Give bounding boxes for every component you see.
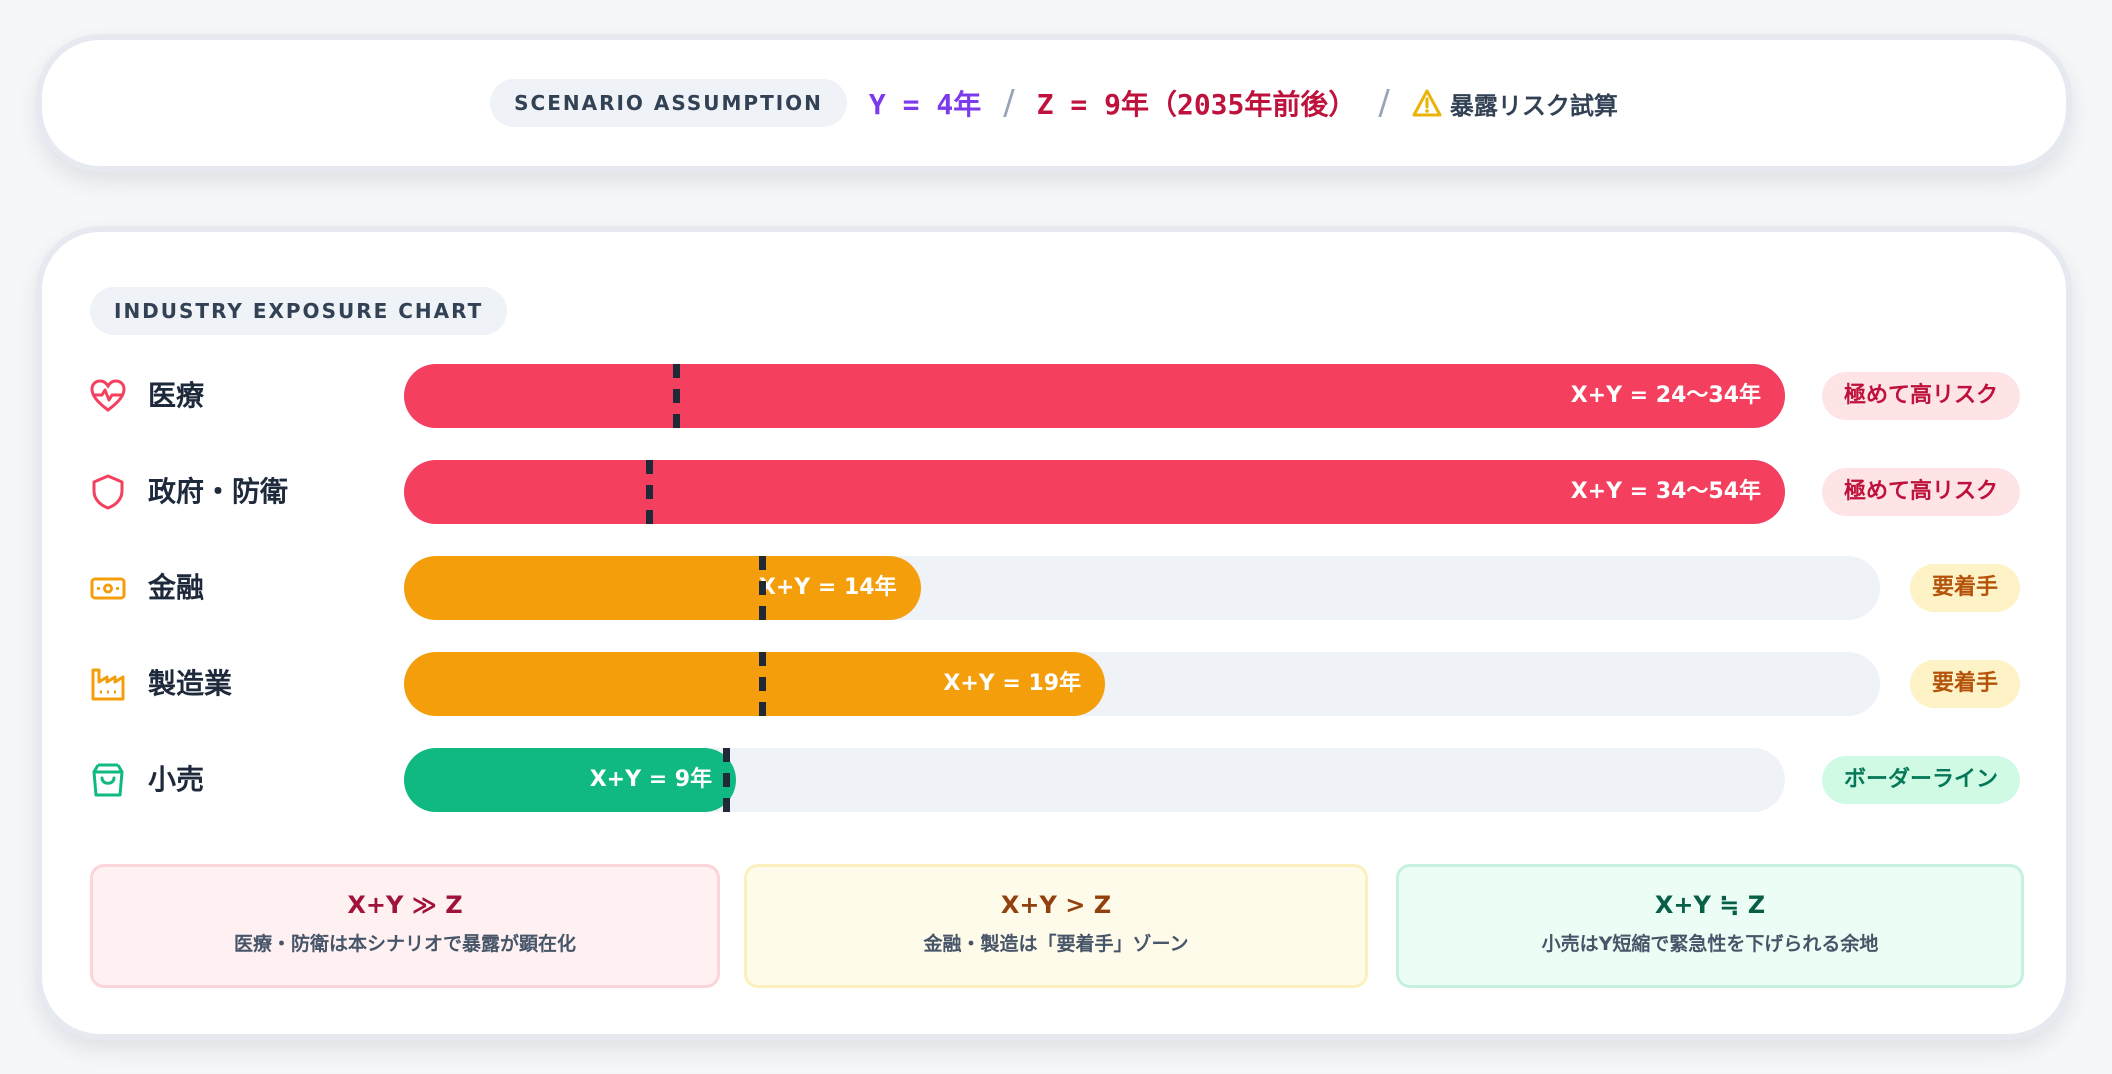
scenario-assumption-card: SCENARIO ASSUMPTION Y = 4年 / Z = 9年（2035… bbox=[36, 34, 2072, 172]
banknote-icon bbox=[90, 577, 126, 600]
y-value: Y = 4年 bbox=[868, 88, 982, 121]
z-marker bbox=[723, 748, 731, 812]
chart-row-medical: 医療 X+Y = 24〜34年 極めて高リスク bbox=[42, 364, 2066, 428]
summary-box-high: X+Y ≫ Z 医療・防衛は本シナリオで暴露が顕在化 bbox=[90, 864, 720, 988]
bar: X+Y = 19年 bbox=[404, 652, 1106, 716]
summary-box-low: X+Y ≒ Z 小売はY短縮で緊急性を下げられる余地 bbox=[1396, 864, 2024, 988]
bar-value-label: X+Y = 9年 bbox=[589, 767, 713, 792]
summary-description: 小売はY短縮で緊急性を下げられる余地 bbox=[1541, 933, 1879, 955]
summary-description: 金融・製造は「要着手」ゾーン bbox=[923, 933, 1189, 955]
bar: X+Y = 14年 bbox=[404, 556, 921, 620]
risk-badge: ボーダーライン bbox=[1821, 756, 2020, 804]
heart-pulse-icon bbox=[90, 379, 126, 412]
risk-badge: 極めて高リスク bbox=[1821, 468, 2020, 516]
bar: X+Y = 9年 bbox=[404, 748, 737, 812]
assumption-row: SCENARIO ASSUMPTION Y = 4年 / Z = 9年（2035… bbox=[42, 40, 2066, 166]
z-marker bbox=[759, 556, 767, 620]
summary-box-mid: X+Y > Z 金融・製造は「要着手」ゾーン bbox=[744, 864, 1368, 988]
category-label: 医療 bbox=[148, 379, 205, 412]
chart-row-government-defense: 政府・防衛 X+Y = 34〜54年 極めて高リスク bbox=[42, 460, 2066, 524]
summary-title: X+Y ≒ Z bbox=[1654, 891, 1766, 919]
chart-title-pill: INDUSTRY EXPOSURE CHART bbox=[90, 287, 508, 335]
z-value: Z = 9年（2035年前後） bbox=[1036, 88, 1357, 121]
bar-value-label: X+Y = 14年 bbox=[758, 575, 897, 600]
industry-exposure-card: INDUSTRY EXPOSURE CHART 医療 X+Y = 24〜34年 … bbox=[36, 226, 2072, 1040]
risk-badge: 極めて高リスク bbox=[1821, 372, 2020, 420]
warning-icon bbox=[1412, 89, 1442, 117]
separator: / bbox=[1003, 83, 1015, 123]
bar: X+Y = 24〜34年 bbox=[404, 364, 1785, 428]
shield-icon bbox=[92, 474, 124, 510]
chart-row-manufacturing: 製造業 X+Y = 19年 要着手 bbox=[42, 652, 2066, 716]
category-label: 小売 bbox=[148, 763, 205, 796]
summary-title: X+Y > Z bbox=[1000, 891, 1112, 919]
risk-badge: 要着手 bbox=[1909, 564, 2020, 612]
bar-value-label: X+Y = 24〜34年 bbox=[1570, 383, 1761, 408]
scenario-assumption-pill: SCENARIO ASSUMPTION bbox=[490, 79, 847, 127]
warning-text: 暴露リスク試算 bbox=[1449, 91, 1618, 120]
chart-row-retail: 小売 X+Y = 9年 ボーダーライン bbox=[42, 748, 2066, 812]
bar-value-label: X+Y = 19年 bbox=[943, 671, 1082, 696]
z-marker bbox=[759, 652, 767, 716]
category-label: 政府・防衛 bbox=[148, 475, 289, 508]
z-marker bbox=[645, 460, 653, 524]
z-marker bbox=[672, 364, 680, 428]
separator: / bbox=[1378, 83, 1390, 123]
bar: X+Y = 34〜54年 bbox=[404, 460, 1785, 524]
summary-description: 医療・防衛は本シナリオで暴露が顕在化 bbox=[233, 933, 576, 955]
warning-note: 暴露リスク試算 bbox=[1412, 86, 1618, 121]
summary-title: X+Y ≫ Z bbox=[347, 891, 463, 919]
bar-value-label: X+Y = 34〜54年 bbox=[1570, 479, 1761, 504]
chart-row-finance: 金融 X+Y = 14年 要着手 bbox=[42, 556, 2066, 620]
category-label: 金融 bbox=[148, 571, 205, 604]
risk-badge: 要着手 bbox=[1909, 660, 2020, 708]
category-label: 製造業 bbox=[148, 667, 233, 700]
shopping-bag-icon bbox=[92, 763, 124, 797]
factory-icon bbox=[91, 668, 125, 701]
